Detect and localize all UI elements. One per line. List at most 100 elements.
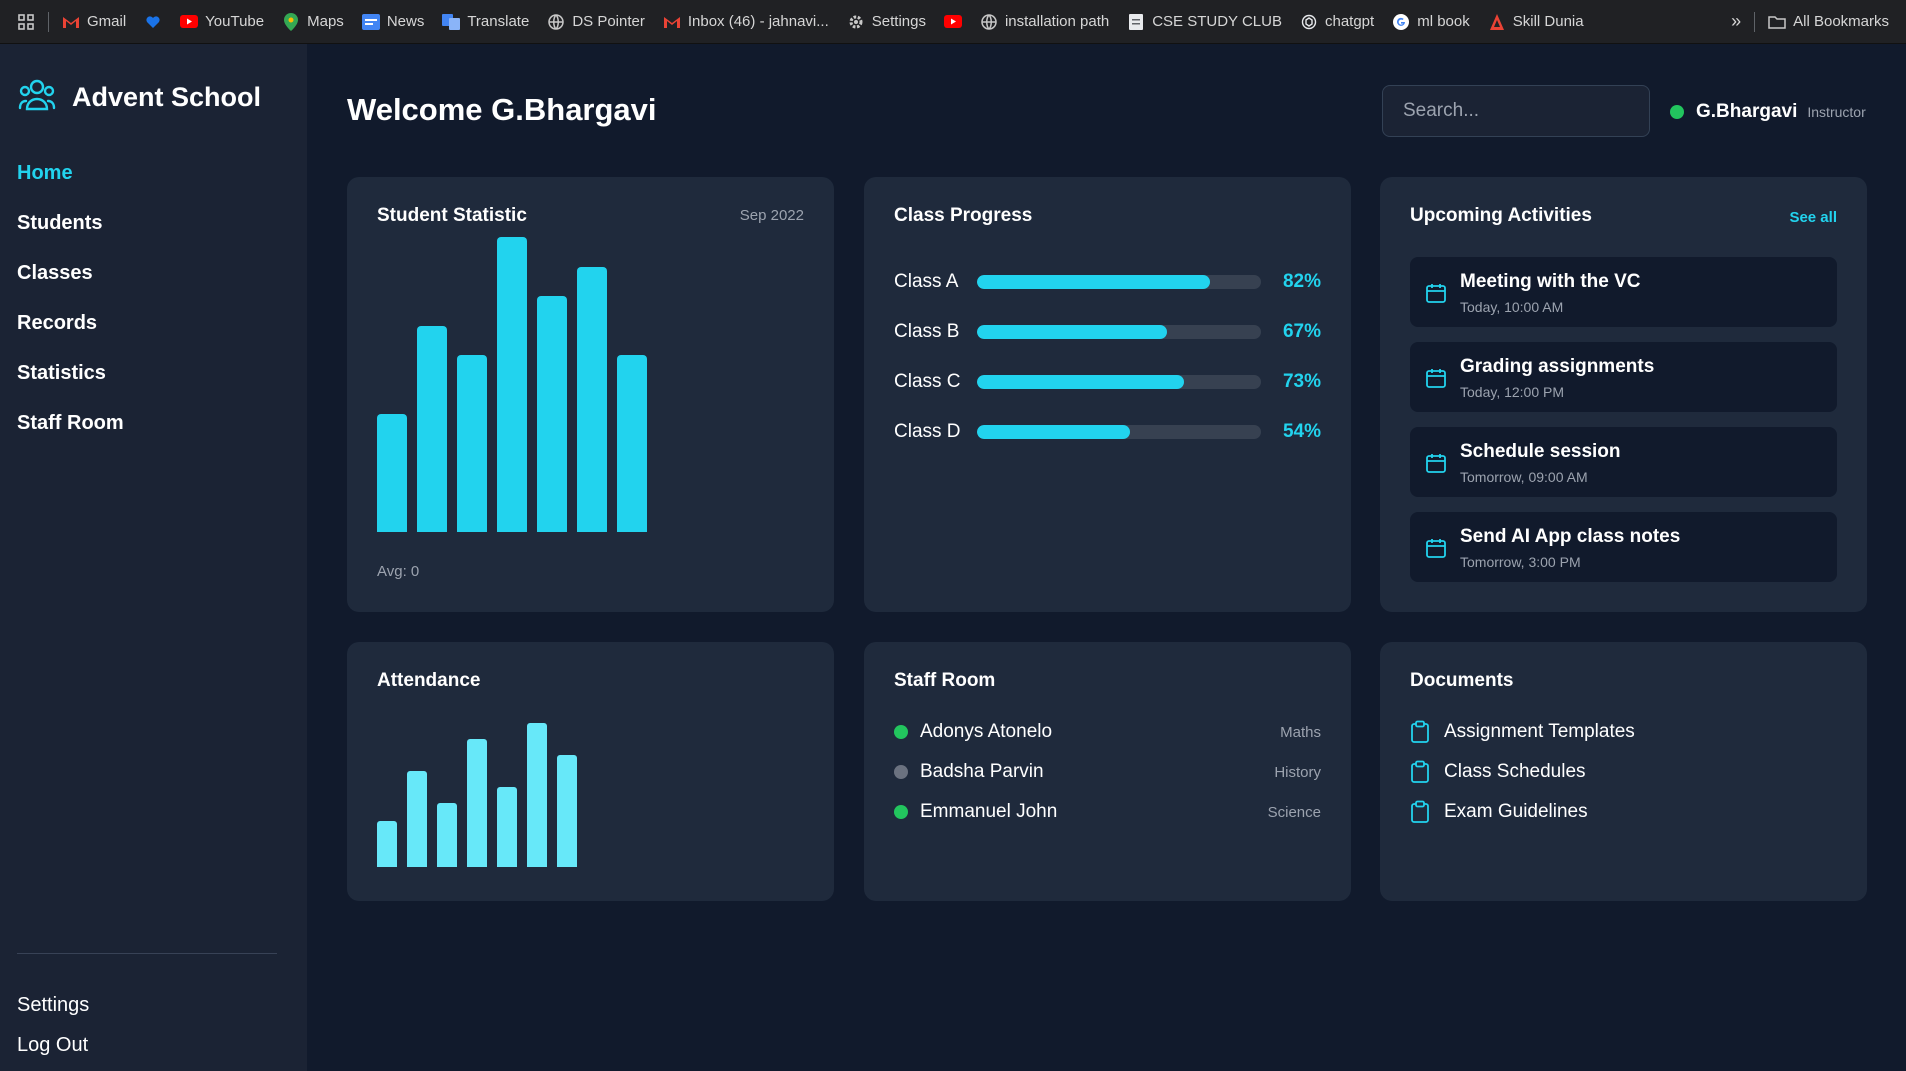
class-progress-row: Class B 67%	[894, 307, 1321, 357]
class-progress-track	[977, 375, 1261, 389]
brand[interactable]: Advent School	[18, 78, 261, 117]
gmail-icon	[62, 13, 80, 31]
search-input[interactable]	[1382, 85, 1650, 137]
document-item[interactable]: Assignment Templates	[1410, 712, 1837, 752]
bookmark-item[interactable]: YouTube	[171, 6, 273, 38]
bookmark-item[interactable]: chatgpt	[1291, 6, 1383, 38]
sidebar-bottom: Settings Log Out	[17, 985, 89, 1065]
activity-item[interactable]: Schedule session Tomorrow, 09:00 AM	[1410, 427, 1837, 497]
bookmark-item[interactable]: ml book	[1383, 6, 1479, 38]
all-bookmarks-label: All Bookmarks	[1793, 13, 1889, 30]
student-statistic-bar	[497, 237, 527, 532]
document-name: Assignment Templates	[1444, 721, 1635, 742]
document-item[interactable]: Class Schedules	[1410, 752, 1837, 792]
student-statistic-card: Student Statistic Sep 2022 Avg: 0	[347, 177, 834, 612]
bookmark-list: Gmail YouTube Maps News Translate DS Pointer I…	[53, 6, 1593, 38]
staff-room-card: Staff Room Adonys Atonelo Maths Badsha Par…	[864, 642, 1351, 901]
bookmark-item[interactable]	[135, 6, 171, 38]
sidebar-item-statistics[interactable]: Statistics	[17, 348, 124, 398]
user-profile[interactable]: G.Bhargavi Instructor	[1670, 98, 1866, 126]
upcoming-activities-card: Upcoming Activities See all Meeting with…	[1380, 177, 1867, 612]
bookmark-label: Inbox (46) - jahnavi...	[687, 13, 829, 30]
class-progress-percent: 82%	[1282, 271, 1321, 292]
calendar-icon	[1425, 452, 1447, 474]
bookmark-item[interactable]: Translate	[433, 6, 538, 38]
activity-title: Send AI App class notes	[1460, 526, 1681, 547]
staff-status-dot	[894, 725, 908, 739]
see-all-link[interactable]: See all	[1789, 209, 1837, 226]
activity-title: Schedule session	[1460, 441, 1621, 462]
attendance-bar	[467, 739, 487, 867]
class-progress-track	[977, 425, 1261, 439]
class-progress-label: Class B	[894, 321, 960, 342]
bookmark-label: Gmail	[87, 13, 127, 30]
class-progress-row: Class C 73%	[894, 357, 1321, 407]
apps-grid-button[interactable]	[8, 6, 44, 38]
sidebar-nav: Home Students Classes Records Statistics Staf…	[17, 148, 124, 448]
attendance-title: Attendance	[377, 670, 481, 691]
class-progress-card: Class Progress Class A 82% Class B 67% Class…	[864, 177, 1351, 612]
bookmark-item[interactable]: Settings	[838, 6, 935, 38]
student-statistic-bar	[617, 355, 647, 532]
student-statistic-bar	[577, 266, 607, 532]
staff-subject: Maths	[1280, 723, 1321, 741]
staff-row[interactable]: Badsha Parvin History	[894, 752, 1321, 792]
bookmark-item[interactable]	[935, 6, 971, 38]
bookmark-item[interactable]: CSE STUDY CLUB	[1118, 6, 1291, 38]
sidebar-item-students[interactable]: Students	[17, 198, 124, 248]
class-progress-fill	[977, 425, 1131, 439]
activity-item[interactable]: Meeting with the VC Today, 10:00 AM	[1410, 257, 1837, 327]
documents-title: Documents	[1410, 670, 1514, 691]
more-bookmarks-button[interactable]: »	[1722, 6, 1750, 38]
clipboard-icon	[1410, 800, 1432, 824]
attendance-bar	[437, 803, 457, 867]
bookmark-item[interactable]: DS Pointer	[538, 6, 654, 38]
bookmark-item[interactable]: News	[353, 6, 434, 38]
sidebar-item-records[interactable]: Records	[17, 298, 124, 348]
staff-list: Adonys Atonelo Maths Badsha Parvin History E…	[894, 712, 1321, 832]
bookmarks-divider	[48, 11, 49, 32]
activity-time: Today, 12:00 PM	[1460, 384, 1565, 400]
activity-item[interactable]: Send AI App class notes Tomorrow, 3:00 PM	[1410, 512, 1837, 582]
bookmarks-right: » All Bookmarks	[1722, 6, 1898, 38]
student-statistic-title: Student Statistic	[377, 205, 527, 226]
bookmark-item[interactable]: Gmail	[53, 6, 135, 38]
class-progress-percent: 67%	[1282, 321, 1321, 342]
staff-row[interactable]: Adonys Atonelo Maths	[894, 712, 1321, 752]
activity-time: Tomorrow, 3:00 PM	[1460, 554, 1581, 570]
sidebar-item-classes[interactable]: Classes	[17, 248, 124, 298]
class-progress-track	[977, 325, 1261, 339]
user-name: G.Bhargavi	[1696, 101, 1798, 122]
staff-subject: Science	[1267, 803, 1321, 821]
document-name: Exam Guidelines	[1444, 801, 1588, 822]
upcoming-activities-title: Upcoming Activities	[1410, 205, 1592, 226]
class-progress-label: Class D	[894, 421, 961, 442]
clipboard-icon	[1410, 720, 1432, 744]
document-item[interactable]: Exam Guidelines	[1410, 792, 1837, 832]
user-role: Instructor	[1807, 104, 1866, 120]
documents-list: Assignment Templates Class Schedules Exam …	[1410, 712, 1837, 832]
bookmark-label: Maps	[307, 13, 344, 30]
bookmark-item[interactable]: Skill Dunia	[1479, 6, 1593, 38]
staff-status-dot	[894, 765, 908, 779]
bookmark-item[interactable]: Maps	[273, 6, 353, 38]
activity-item[interactable]: Grading assignments Today, 12:00 PM	[1410, 342, 1837, 412]
bookmark-item[interactable]: installation path	[971, 6, 1118, 38]
activity-title: Meeting with the VC	[1460, 271, 1641, 292]
youtube-icon	[943, 13, 962, 31]
all-bookmarks-button[interactable]: All Bookmarks	[1759, 6, 1898, 38]
youtube-icon	[180, 13, 199, 31]
bookmark-item[interactable]: Inbox (46) - jahnavi...	[654, 6, 838, 38]
class-progress-row: Class A 82%	[894, 257, 1321, 307]
bookmark-label: YouTube	[205, 13, 265, 30]
sidebar-link-log-out[interactable]: Log Out	[17, 1025, 89, 1065]
staff-status-dot	[894, 805, 908, 819]
class-progress-percent: 54%	[1282, 421, 1321, 442]
sidebar-link-settings[interactable]: Settings	[17, 985, 89, 1025]
heart-icon	[144, 13, 162, 31]
sidebar-item-staff-room[interactable]: Staff Room	[17, 398, 124, 448]
staff-row[interactable]: Emmanuel John Science	[894, 792, 1321, 832]
maps-icon	[282, 12, 300, 31]
sidebar-item-home[interactable]: Home	[17, 148, 124, 198]
activity-time: Tomorrow, 09:00 AM	[1460, 469, 1588, 485]
